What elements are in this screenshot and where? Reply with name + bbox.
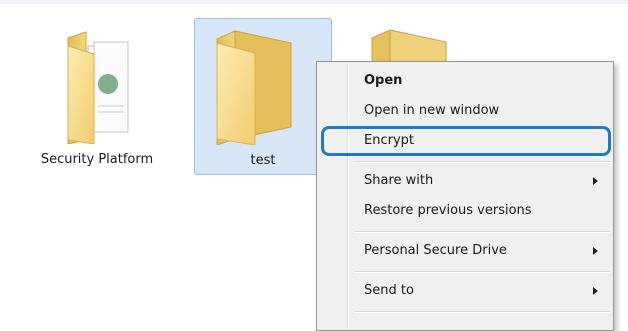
menu-item-label: Restore previous versions (364, 203, 532, 218)
submenu-arrow-icon (593, 287, 598, 295)
file-item-test[interactable]: test (194, 18, 332, 175)
menu-item-restore-previous-versions[interactable]: Restore previous versions (320, 198, 610, 224)
menu-item-open-in-new-window[interactable]: Open in new window (320, 98, 610, 124)
menu-separator (354, 311, 610, 313)
encrypt-highlight-ring (321, 126, 611, 156)
file-name-label: test (250, 153, 276, 168)
menu-item-label: Share with (364, 173, 434, 188)
menu-item-label: Personal Secure Drive (364, 243, 507, 258)
file-item-security-platform[interactable]: Security Platform (28, 18, 166, 175)
menu-item-label: Send to (364, 283, 414, 298)
submenu-arrow-icon (593, 177, 598, 185)
file-name-label: Security Platform (40, 152, 154, 167)
menu-item-personal-secure-drive[interactable]: Personal Secure Drive (320, 238, 610, 264)
menu-item-label: Open in new window (364, 103, 500, 118)
folder-icon (195, 27, 331, 146)
menu-item-label: Open (364, 73, 403, 88)
folder-with-documents-icon (28, 26, 166, 145)
menu-item-send-to[interactable]: Send to (320, 278, 610, 304)
menu-separator (354, 271, 610, 273)
menu-separator (354, 231, 610, 233)
menu-separator (354, 161, 610, 163)
context-menu: Open Open in new window Encrypt Share wi… (316, 61, 614, 331)
menu-item-open[interactable]: Open (320, 68, 610, 94)
menu-item-share-with[interactable]: Share with (320, 168, 610, 194)
window-top-edge (0, 0, 628, 4)
submenu-arrow-icon (593, 247, 598, 255)
